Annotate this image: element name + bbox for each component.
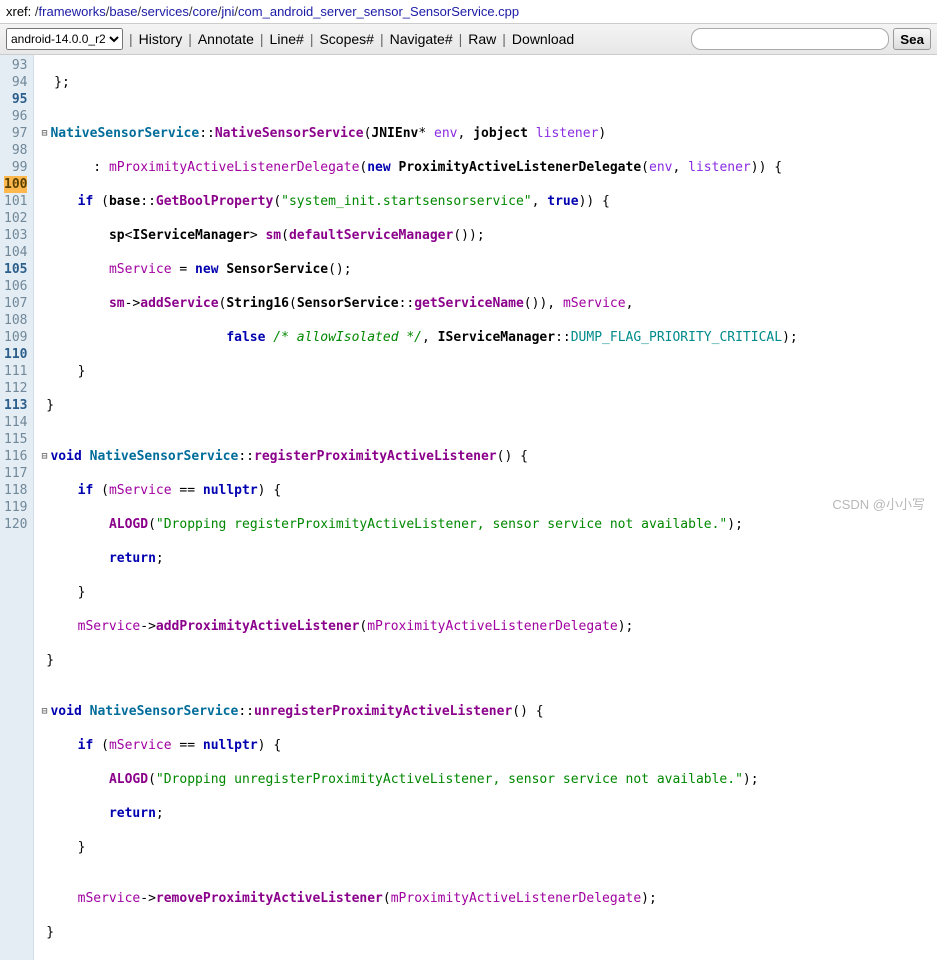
code-line: ⊟void NativeSensorService::registerProxi… <box>38 448 797 465</box>
line-number[interactable]: 95 <box>4 91 27 108</box>
line-number[interactable]: 119 <box>4 499 27 516</box>
search-button[interactable]: Sea <box>893 28 931 50</box>
line-number[interactable]: 96 <box>4 108 27 125</box>
fold-icon[interactable]: ⊟ <box>38 703 50 720</box>
code-line: return; <box>38 805 797 822</box>
line-number[interactable]: 107 <box>4 295 27 312</box>
fold-icon[interactable]: ⊟ <box>38 448 50 465</box>
line-number[interactable]: 114 <box>4 414 27 431</box>
code-line: }; <box>38 74 797 91</box>
line-number[interactable]: 120 <box>4 516 27 533</box>
breadcrumb: xref: /frameworks/base/services/core/jni… <box>0 0 937 23</box>
code-line: if (mService == nullptr) { <box>38 482 797 499</box>
line-number[interactable]: 98 <box>4 142 27 159</box>
code-line: : mProximityActiveListenerDelegate(new P… <box>38 159 797 176</box>
code-line: sm->addService(String16(SensorService::g… <box>38 295 797 312</box>
code-line: mService->removeProximityActiveListener(… <box>38 890 797 907</box>
line-number[interactable]: 101 <box>4 193 27 210</box>
line-number[interactable]: 112 <box>4 380 27 397</box>
code-line: mService = new SensorService(); <box>38 261 797 278</box>
code-line: } <box>38 584 797 601</box>
code-line: } <box>38 652 797 669</box>
line-number[interactable]: 108 <box>4 312 27 329</box>
code-view: 9394959697989910010110210310410510610710… <box>0 55 937 960</box>
code-line: if (base::GetBoolProperty("system_init.s… <box>38 193 797 210</box>
history-link[interactable]: History <box>139 31 183 47</box>
navigate-link[interactable]: Navigate# <box>390 31 453 47</box>
scopes-link[interactable]: Scopes# <box>319 31 373 47</box>
line-number[interactable]: 113 <box>4 397 27 414</box>
raw-link[interactable]: Raw <box>468 31 496 47</box>
fold-icon[interactable]: ⊟ <box>38 125 50 142</box>
line-number[interactable]: 110 <box>4 346 27 363</box>
line-number[interactable]: 97 <box>4 125 27 142</box>
line-number[interactable]: 117 <box>4 465 27 482</box>
search-input[interactable] <box>691 28 889 50</box>
annotate-link[interactable]: Annotate <box>198 31 254 47</box>
branch-select[interactable]: android-14.0.0_r2 <box>6 28 123 50</box>
line-number[interactable]: 104 <box>4 244 27 261</box>
crumb-jni[interactable]: jni <box>221 4 234 19</box>
crumb-core[interactable]: core <box>192 4 217 19</box>
toolbar: android-14.0.0_r2 | History | Annotate |… <box>0 23 937 55</box>
crumb-services[interactable]: services <box>141 4 189 19</box>
code-line: } <box>38 363 797 380</box>
line-number[interactable]: 103 <box>4 227 27 244</box>
line-link[interactable]: Line# <box>270 31 304 47</box>
code-line: } <box>38 839 797 856</box>
line-number[interactable]: 109 <box>4 329 27 346</box>
code-line: return; <box>38 550 797 567</box>
code-line: ⊟void NativeSensorService::unregisterPro… <box>38 703 797 720</box>
code-line: sp<IServiceManager> sm(defaultServiceMan… <box>38 227 797 244</box>
code-line: } <box>38 924 797 941</box>
code-line: } <box>38 397 797 414</box>
line-gutter[interactable]: 9394959697989910010110210310410510610710… <box>0 55 34 960</box>
line-number[interactable]: 116 <box>4 448 27 465</box>
line-number[interactable]: 106 <box>4 278 27 295</box>
code-column[interactable]: }; ⊟NativeSensorService::NativeSensorSer… <box>34 55 797 960</box>
line-number[interactable]: 118 <box>4 482 27 499</box>
crumb-file[interactable]: com_android_server_sensor_SensorService.… <box>238 4 519 19</box>
line-number[interactable]: 94 <box>4 74 27 91</box>
line-number[interactable]: 102 <box>4 210 27 227</box>
code-line: if (mService == nullptr) { <box>38 737 797 754</box>
code-line: mService->addProximityActiveListener(mPr… <box>38 618 797 635</box>
code-line: ⊟NativeSensorService::NativeSensorServic… <box>38 125 797 142</box>
crumb-frameworks[interactable]: frameworks <box>39 4 106 19</box>
code-line: false /* allowIsolated */, IServiceManag… <box>38 329 797 346</box>
line-number[interactable]: 111 <box>4 363 27 380</box>
line-number[interactable]: 115 <box>4 431 27 448</box>
download-link[interactable]: Download <box>512 31 574 47</box>
code-line: ALOGD("Dropping registerProximityActiveL… <box>38 516 797 533</box>
line-number[interactable]: 99 <box>4 159 27 176</box>
line-number[interactable]: 105 <box>4 261 27 278</box>
code-line: ALOGD("Dropping unregisterProximityActiv… <box>38 771 797 788</box>
crumb-base[interactable]: base <box>109 4 137 19</box>
line-number[interactable]: 93 <box>4 57 27 74</box>
line-number[interactable]: 100 <box>4 176 27 193</box>
